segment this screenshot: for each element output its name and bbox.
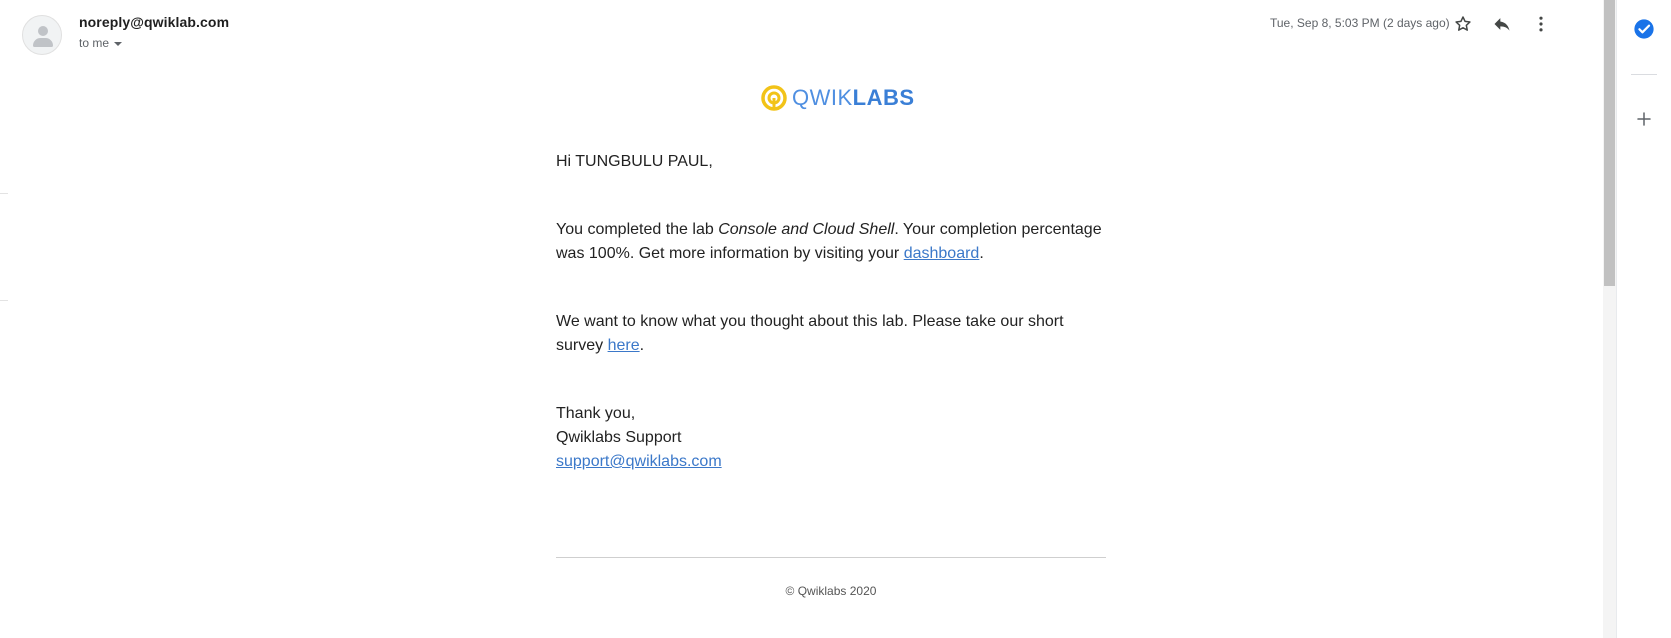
email-timestamp: Tue, Sep 8, 5:03 PM (2 days ago)	[1270, 16, 1450, 30]
greeting: Hi TUNGBULU PAUL,	[556, 153, 713, 170]
survey-link[interactable]: here	[608, 337, 640, 354]
footer-copyright: © Qwiklabs 2020	[785, 584, 877, 598]
qwiklabs-logo-icon	[761, 85, 787, 111]
caret-down-icon	[114, 41, 123, 46]
sender-address[interactable]: noreply@qwiklab.com	[79, 14, 229, 30]
recipient-label: to me	[79, 36, 110, 50]
left-edge-mark	[0, 300, 8, 301]
avatar-head	[38, 26, 48, 36]
reply-icon[interactable]	[1490, 12, 1514, 36]
lab-name: Console and Cloud Shell	[718, 221, 895, 238]
side-panel	[1616, 0, 1671, 638]
support-email-link[interactable]: support@qwiklabs.com	[556, 453, 722, 470]
scrollbar-thumb[interactable]	[1604, 0, 1615, 286]
avatar-body	[33, 38, 53, 47]
more-vert-icon[interactable]	[1529, 12, 1553, 36]
qwiklabs-logo-text: QWIKLABS	[792, 85, 915, 110]
left-edge-mark	[0, 193, 8, 194]
recipient-toggle[interactable]: to me	[79, 36, 123, 50]
footer-divider	[556, 557, 1106, 558]
completion-paragraph: You completed the lab Console and Cloud …	[556, 221, 1102, 262]
add-icon[interactable]	[1632, 107, 1656, 131]
side-panel-separator	[1631, 74, 1657, 75]
support-email-paragraph: support@qwiklabs.com	[556, 450, 1112, 474]
sender-avatar[interactable]	[22, 15, 62, 55]
signature: Qwiklabs Support	[556, 429, 682, 446]
email-view: noreply@qwiklab.com to me Tue, Sep 8, 5:…	[0, 0, 1671, 638]
survey-paragraph: We want to know what you thought about t…	[556, 313, 1064, 354]
signoff: Thank you,	[556, 405, 636, 422]
tasks-icon[interactable]	[1632, 17, 1656, 41]
dashboard-link[interactable]: dashboard	[904, 245, 980, 262]
star-icon[interactable]	[1451, 12, 1475, 36]
qwiklabs-logo: QWIKLABS	[760, 84, 915, 112]
